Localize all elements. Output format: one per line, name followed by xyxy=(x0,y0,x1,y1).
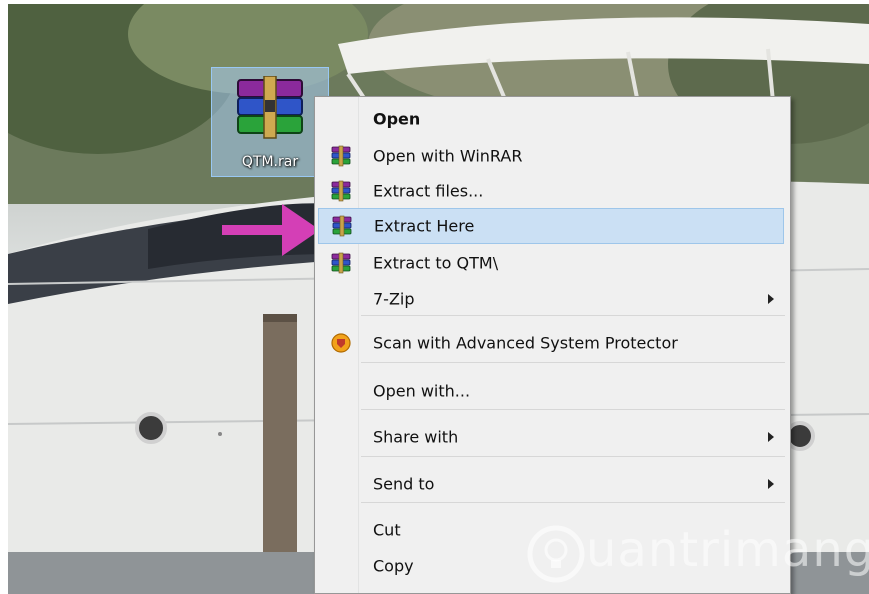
menu-separator xyxy=(361,362,785,363)
menu-item-open[interactable]: Open xyxy=(318,101,784,137)
menu-item-extract-files[interactable]: Extract files... xyxy=(318,173,784,209)
winrar-icon xyxy=(330,180,352,202)
menu-item-open-with[interactable]: Open with... xyxy=(318,373,784,409)
menu-item-extract-here[interactable]: Extract Here xyxy=(318,208,784,244)
watermark: uantrimang xyxy=(520,516,869,592)
menu-item-label: 7-Zip xyxy=(373,289,415,309)
menu-item-label: Cut xyxy=(373,520,401,540)
menu-item-label: Share with xyxy=(373,427,459,447)
menu-separator xyxy=(361,502,785,503)
lightbulb-icon xyxy=(527,525,585,583)
menu-item-extract-to-qtm[interactable]: Extract to QTM\ xyxy=(318,245,784,281)
winrar-icon xyxy=(330,252,352,274)
winrar-icon xyxy=(330,145,352,167)
menu-separator xyxy=(361,456,785,457)
menu-item-scan-advanced-system-protector[interactable]: Scan with Advanced System Protector xyxy=(318,325,784,361)
menu-item-label: Open with... xyxy=(373,381,471,401)
menu-item-share-with[interactable]: Share with xyxy=(318,419,784,455)
file-name-label: QTM.rar xyxy=(241,154,299,170)
menu-item-open-with-winrar[interactable]: Open with WinRAR xyxy=(318,138,784,174)
pointer-arrow-icon xyxy=(222,204,320,256)
submenu-arrow-icon xyxy=(768,294,774,304)
menu-separator xyxy=(361,315,785,316)
menu-item-label: Extract files... xyxy=(373,181,484,201)
menu-item-label: Send to xyxy=(373,474,435,494)
menu-item-7-zip[interactable]: 7-Zip xyxy=(318,281,784,317)
submenu-arrow-icon xyxy=(768,432,774,442)
menu-item-label: Extract Here xyxy=(374,216,475,236)
menu-item-label: Scan with Advanced System Protector xyxy=(373,333,678,353)
desktop-screen: QTM.rar Open Open with WinRAR Extract file… xyxy=(0,0,869,594)
menu-separator xyxy=(361,409,785,410)
menu-item-label: Open with WinRAR xyxy=(373,146,523,166)
watermark-text: uantrimang xyxy=(586,522,869,578)
menu-item-label: Copy xyxy=(373,556,414,576)
menu-item-label: Open xyxy=(373,109,421,129)
winrar-archive-icon xyxy=(237,76,303,139)
submenu-arrow-icon xyxy=(768,479,774,489)
winrar-icon xyxy=(331,215,353,237)
menu-item-send-to[interactable]: Send to xyxy=(318,466,784,502)
shield-icon xyxy=(331,333,351,353)
menu-item-label: Extract to QTM\ xyxy=(373,253,499,273)
desktop-file-qtm-rar[interactable]: QTM.rar xyxy=(211,67,329,177)
